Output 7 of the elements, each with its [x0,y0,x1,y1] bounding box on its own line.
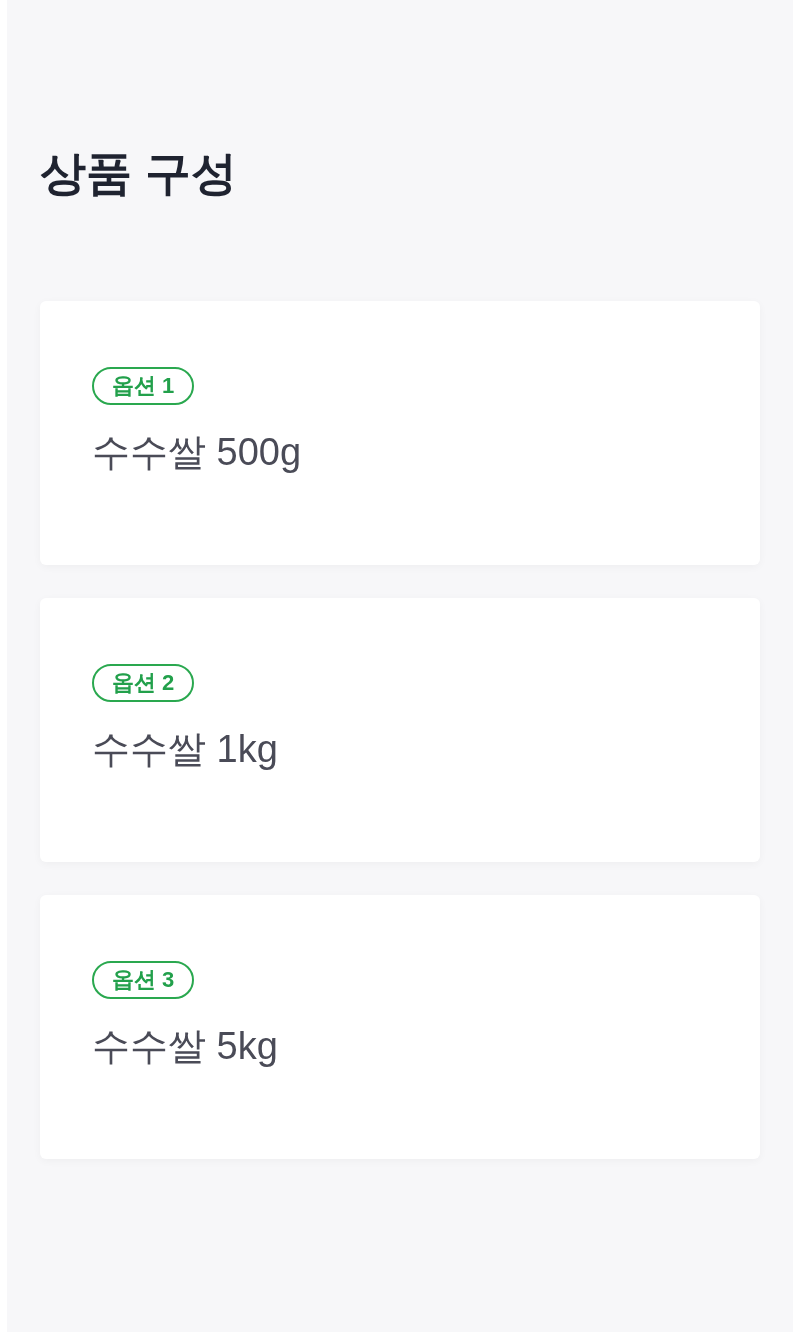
option-name: 수수쌀 500g [92,433,303,471]
option-label: 옵션 1 [92,367,195,405]
option-label: 옵션 2 [92,664,195,702]
section-title: 상품 구성 [40,150,238,196]
option-name: 수수쌀 5kg [92,1027,279,1065]
option-name: 수수쌀 1kg [92,730,279,768]
option-label: 옵션 3 [92,961,195,999]
